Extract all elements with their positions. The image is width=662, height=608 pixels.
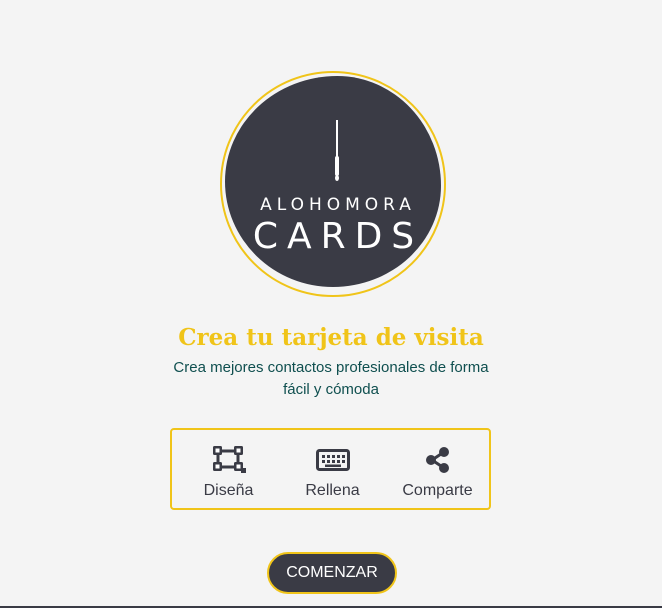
logo-text-alohomora: ALOHOMORA xyxy=(260,195,416,215)
feature-label-design: Diseña xyxy=(203,482,254,499)
logo: ALOHOMORA CARDS xyxy=(220,71,446,297)
page-title: Crea tu tarjeta de visita xyxy=(178,324,484,351)
share-icon xyxy=(425,447,449,473)
logo-text-cards: CARDS xyxy=(252,216,424,257)
features-panel: Diseña Rellena Comparte xyxy=(170,428,491,510)
wand-icon xyxy=(335,120,339,181)
page-subtitle: Crea mejores contactos profesionales de … xyxy=(173,359,489,398)
start-button[interactable]: COMENZAR xyxy=(267,552,397,594)
feature-label-share: Comparte xyxy=(402,482,473,499)
logo-badge: ALOHOMORA CARDS xyxy=(225,76,441,287)
feature-design: Diseña xyxy=(176,444,281,500)
keyboard-icon xyxy=(315,449,350,471)
feature-label-fill: Rellena xyxy=(305,482,360,499)
feature-share: Comparte xyxy=(385,444,490,500)
feature-fill: Rellena xyxy=(280,444,385,500)
crop-design-icon xyxy=(212,446,246,473)
